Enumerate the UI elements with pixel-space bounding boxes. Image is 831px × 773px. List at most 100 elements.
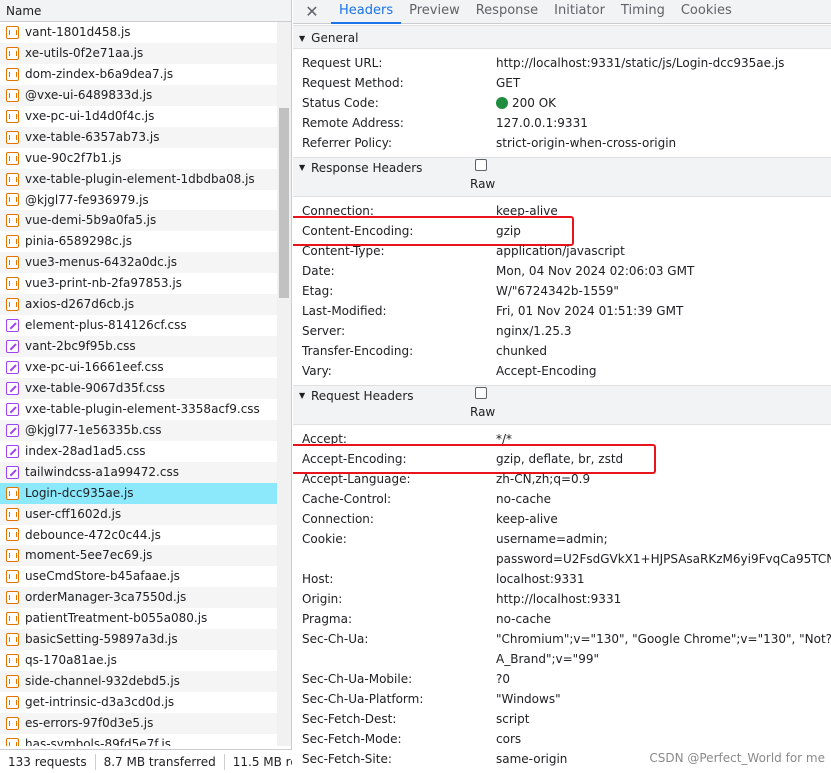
header-row: Date: Mon, 04 Nov 2024 02:06:03 GMT bbox=[293, 261, 831, 281]
header-name: Transfer-Encoding: bbox=[302, 344, 414, 358]
request-row[interactable]: patientTreatment-b055a080.js bbox=[0, 608, 277, 629]
tab-cookies[interactable]: Cookies bbox=[673, 0, 740, 24]
request-name: basicSetting-59897a3d.js bbox=[25, 632, 178, 647]
header-row: Accept-Language: zh-CN,zh;q=0.9 bbox=[293, 469, 831, 489]
request-row[interactable]: side-channel-932debd5.js bbox=[0, 671, 277, 692]
header-value: application/javascript bbox=[496, 244, 625, 258]
request-row[interactable]: @kjgl77-1e56335b.css bbox=[0, 419, 277, 441]
js-file-icon bbox=[6, 528, 19, 542]
request-name: orderManager-3ca7550d.js bbox=[25, 590, 187, 605]
request-row[interactable]: vant-1801d458.js bbox=[0, 22, 277, 43]
request-row[interactable]: Login-dcc935ae.js bbox=[0, 482, 277, 504]
js-file-icon bbox=[6, 67, 19, 81]
request-row[interactable]: vue-90c2f7b1.js bbox=[0, 148, 277, 169]
tab-initiator[interactable]: Initiator bbox=[546, 0, 613, 24]
request-row[interactable]: vxe-pc-ui-16661eef.css bbox=[0, 357, 277, 378]
header-name: Cache-Control: bbox=[302, 492, 392, 506]
request-row[interactable]: vxe-table-plugin-element-3358acf9.css bbox=[0, 399, 277, 420]
request-row[interactable]: dom-zindex-b6a9dea7.js bbox=[0, 64, 277, 85]
js-file-icon bbox=[6, 46, 19, 60]
response-headers-section-header[interactable]: ▼ Response Headers Raw bbox=[293, 157, 831, 197]
js-file-icon bbox=[6, 570, 19, 584]
request-row[interactable]: vue-demi-5b9a0fa5.js bbox=[0, 210, 277, 232]
request-row[interactable]: index-28ad1ad5.css bbox=[0, 441, 277, 462]
request-row[interactable]: @vxe-ui-6489833d.js bbox=[0, 84, 277, 106]
tab-timing[interactable]: Timing bbox=[613, 0, 673, 24]
request-row[interactable]: basicSetting-59897a3d.js bbox=[0, 629, 277, 651]
close-icon[interactable]: ✕ bbox=[293, 1, 331, 23]
header-value: password=U2FsdGVkX1+HJPSAsaRKzM6yi9FvqCa… bbox=[496, 552, 831, 566]
header-value: W/"6724342b-1559" bbox=[496, 284, 619, 298]
header-row: Last-Modified: Fri, 01 Nov 2024 01:51:39 … bbox=[293, 301, 831, 321]
request-row[interactable]: vxe-table-6357ab73.js bbox=[0, 126, 277, 148]
request-row[interactable]: vue3-menus-6432a0dc.js bbox=[0, 252, 277, 274]
name-column-header[interactable]: Name bbox=[0, 0, 291, 22]
request-row[interactable]: has-symbols-89fd5e7f.js bbox=[0, 734, 277, 746]
request-name: vue-demi-5b9a0fa5.js bbox=[25, 213, 157, 228]
request-row[interactable]: useCmdStore-b45afaae.js bbox=[0, 566, 277, 587]
js-file-icon bbox=[6, 109, 19, 123]
response-raw-checkbox[interactable] bbox=[475, 159, 487, 171]
request-name: get-intrinsic-d3a3cd0d.js bbox=[25, 695, 175, 709]
js-file-icon bbox=[6, 25, 19, 39]
scrollbar-thumb[interactable] bbox=[279, 108, 289, 298]
header-value: http://localhost:9331/static/js/Login-dc… bbox=[496, 56, 785, 70]
js-file-icon bbox=[6, 130, 19, 144]
header-name: Cookie: bbox=[302, 532, 347, 546]
request-row[interactable]: orderManager-3ca7550d.js bbox=[0, 587, 277, 609]
request-name: has-symbols-89fd5e7f.js bbox=[25, 736, 171, 746]
header-name: Sec-Ch-Ua-Platform: bbox=[302, 692, 424, 706]
general-section-header[interactable]: ▼ General bbox=[293, 25, 831, 49]
header-value: no-cache bbox=[496, 492, 552, 506]
js-file-icon bbox=[6, 737, 19, 746]
request-row[interactable]: pinia-6589298c.js bbox=[0, 231, 277, 252]
request-row[interactable]: element-plus-814126cf.css bbox=[0, 315, 277, 336]
request-row[interactable]: xe-utils-0f2e71aa.js bbox=[0, 42, 277, 64]
request-row[interactable]: tailwindcss-a1a99472.css bbox=[0, 461, 277, 483]
request-row[interactable]: user-cff1602d.js bbox=[0, 503, 277, 525]
js-file-icon bbox=[6, 256, 19, 270]
request-row[interactable]: vxe-pc-ui-1d4d0f4c.js bbox=[0, 106, 277, 127]
header-row: Sec-Fetch-Dest: script bbox=[293, 709, 831, 729]
request-row[interactable]: vant-2bc9f95b.css bbox=[0, 336, 277, 357]
tab-preview[interactable]: Preview bbox=[401, 0, 468, 24]
js-file-icon bbox=[6, 654, 19, 668]
css-file-icon bbox=[6, 402, 19, 416]
request-raw-checkbox[interactable] bbox=[475, 387, 487, 399]
header-value: same-origin bbox=[496, 752, 568, 766]
request-name: @vxe-ui-6489833d.js bbox=[25, 87, 153, 102]
request-headers-section-header[interactable]: ▼ Request Headers Raw bbox=[293, 385, 831, 425]
request-count: 133 requests bbox=[0, 753, 96, 770]
expand-triangle-icon: ▼ bbox=[299, 391, 306, 400]
header-row: Pragma: no-cache bbox=[293, 609, 831, 629]
header-row: Sec-Ch-Ua-Mobile: ?0 bbox=[293, 669, 831, 689]
header-row: Cookie: username=admin; bbox=[293, 529, 831, 549]
request-list-scrollbar[interactable] bbox=[277, 22, 291, 746]
request-row[interactable]: qs-170a81ae.js bbox=[0, 650, 277, 671]
request-row[interactable]: axios-d267d6cb.js bbox=[0, 294, 277, 316]
header-value: script bbox=[496, 712, 530, 726]
request-row[interactable]: debounce-472c0c44.js bbox=[0, 525, 277, 546]
header-row: Vary: Accept-Encoding bbox=[293, 361, 831, 381]
tab-response[interactable]: Response bbox=[468, 0, 546, 24]
header-value: A_Brand";v="99" bbox=[496, 652, 599, 666]
request-name: qs-170a81ae.js bbox=[25, 653, 117, 668]
request-row[interactable]: vxe-table-9067d35f.css bbox=[0, 377, 277, 399]
header-row: password=U2FsdGVkX1+HJPSAsaRKzM6yi9FvqCa… bbox=[293, 549, 831, 569]
header-name: Sec-Fetch-Site: bbox=[302, 752, 392, 766]
header-row: Sec-Fetch-Mode: cors bbox=[293, 729, 831, 749]
tab-headers[interactable]: Headers bbox=[331, 0, 402, 24]
request-name: @kjgl77-1e56335b.css bbox=[25, 422, 162, 437]
request-row[interactable]: es-errors-97f0d3e5.js bbox=[0, 712, 277, 734]
request-name: moment-5ee7ec69.js bbox=[25, 548, 153, 563]
request-row[interactable]: moment-5ee7ec69.js bbox=[0, 545, 277, 567]
request-name: vue3-print-nb-2fa97853.js bbox=[25, 276, 182, 291]
request-row[interactable]: vue3-print-nb-2fa97853.js bbox=[0, 273, 277, 294]
request-row[interactable]: vxe-table-plugin-element-1dbdba08.js bbox=[0, 168, 277, 190]
request-row[interactable]: @kjgl77-fe936979.js bbox=[0, 190, 277, 211]
header-row: A_Brand";v="99" bbox=[293, 649, 831, 669]
header-row: Referrer Policy: strict-origin-when-cross… bbox=[293, 133, 831, 153]
js-file-icon bbox=[6, 214, 19, 228]
request-name: es-errors-97f0d3e5.js bbox=[25, 715, 154, 730]
request-row[interactable]: get-intrinsic-d3a3cd0d.js bbox=[0, 692, 277, 713]
